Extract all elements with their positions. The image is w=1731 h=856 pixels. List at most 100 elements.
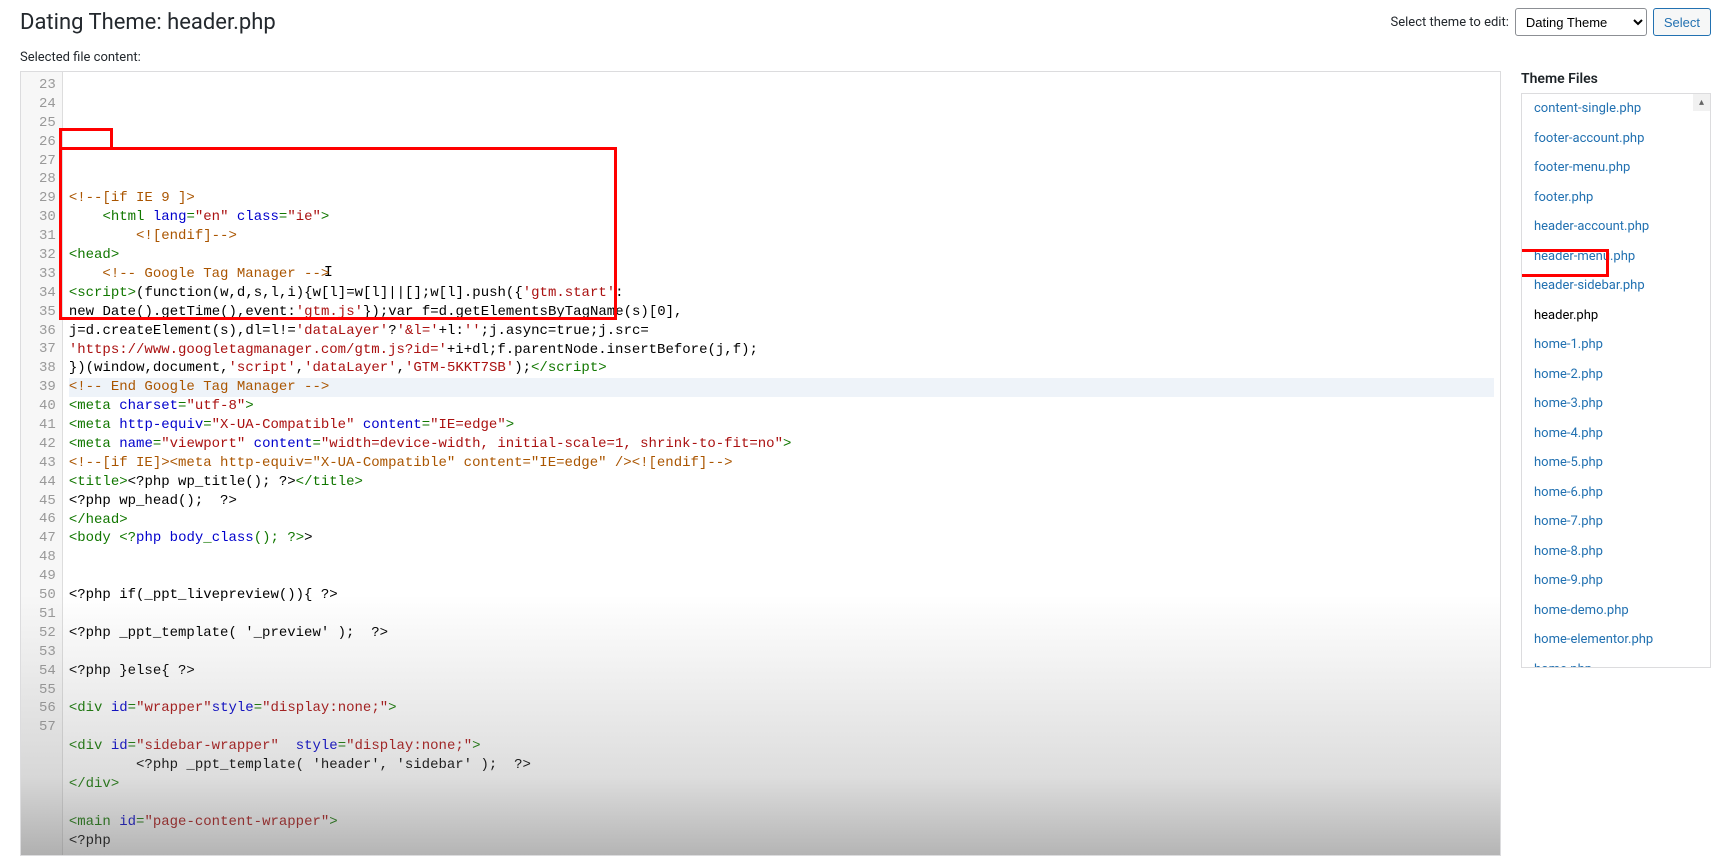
code-line[interactable]: <?php _ppt_template( 'header', 'sidebar'…: [69, 756, 1494, 775]
code-line[interactable]: [69, 548, 1494, 567]
code-line[interactable]: <!--[if IE]><meta http-equiv="X-UA-Compa…: [69, 454, 1494, 473]
code-line[interactable]: [69, 718, 1494, 737]
code-line[interactable]: [69, 567, 1494, 586]
line-number: 55: [39, 681, 56, 700]
file-item[interactable]: home.php: [1522, 655, 1710, 669]
file-item[interactable]: home-8.php: [1522, 537, 1710, 567]
line-number: 29: [39, 189, 56, 208]
line-number: 53: [39, 643, 56, 662]
code-line[interactable]: </head>: [69, 511, 1494, 530]
code-line[interactable]: <div id="wrapper"style="display:none;">: [69, 699, 1494, 718]
file-item[interactable]: home-4.php: [1522, 419, 1710, 449]
file-item[interactable]: home-2.php: [1522, 360, 1710, 390]
code-line[interactable]: <?php if(_ppt_livepreview()){ ?>: [69, 586, 1494, 605]
line-number: 35: [39, 303, 56, 322]
code-line[interactable]: })(window,document,'script','dataLayer',…: [69, 359, 1494, 378]
file-item[interactable]: header-account.php: [1522, 212, 1710, 242]
file-list-wrapper: ▴ content-single.phpfooter-account.phpfo…: [1521, 93, 1711, 668]
code-line[interactable]: 'https://www.googletagmanager.com/gtm.js…: [69, 341, 1494, 360]
selected-file-label: Selected file content:: [20, 50, 1711, 65]
code-line[interactable]: <body <?php body_class(); ?>>: [69, 529, 1494, 548]
file-item[interactable]: home-9.php: [1522, 566, 1710, 596]
line-number: 34: [39, 284, 56, 303]
line-number: 42: [39, 435, 56, 454]
code-line[interactable]: <main id="page-content-wrapper">: [69, 813, 1494, 832]
code-line[interactable]: [69, 643, 1494, 662]
line-number: 30: [39, 208, 56, 227]
line-number: 36: [39, 322, 56, 341]
file-item[interactable]: home-demo.php: [1522, 596, 1710, 626]
code-line[interactable]: <?php wp_head(); ?>: [69, 492, 1494, 511]
line-number: 41: [39, 416, 56, 435]
line-number: 38: [39, 359, 56, 378]
line-number: 39: [39, 378, 56, 397]
line-number: 25: [39, 114, 56, 133]
line-number: 33: [39, 265, 56, 284]
code-line[interactable]: <div id="sidebar-wrapper" style="display…: [69, 737, 1494, 756]
theme-files-panel: Theme Files ▴ content-single.phpfooter-a…: [1521, 71, 1711, 856]
code-line[interactable]: <script>(function(w,d,s,l,i){w[l]=w[l]||…: [69, 284, 1494, 303]
line-number: 54: [39, 662, 56, 681]
line-number: 56: [39, 699, 56, 718]
line-number: 32: [39, 246, 56, 265]
file-item[interactable]: home-3.php: [1522, 389, 1710, 419]
code-editor[interactable]: 2324252627282930313233343536373839404142…: [21, 72, 1500, 855]
file-item[interactable]: home-7.php: [1522, 507, 1710, 537]
select-button[interactable]: Select: [1653, 8, 1711, 36]
file-item[interactable]: home-elementor.php: [1522, 625, 1710, 655]
scroll-up-icon[interactable]: ▴: [1693, 94, 1710, 111]
line-number: 43: [39, 454, 56, 473]
file-item[interactable]: footer-menu.php: [1522, 153, 1710, 183]
file-item[interactable]: header-menu.php: [1522, 242, 1710, 272]
line-number: 49: [39, 567, 56, 586]
page-title: Dating Theme: header.php: [20, 10, 276, 35]
line-number: 23: [39, 76, 56, 95]
code-line[interactable]: <![endif]-->: [69, 227, 1494, 246]
code-lines[interactable]: I <!--[if IE 9 ]> <html lang="en" class=…: [63, 72, 1500, 855]
file-item[interactable]: footer.php: [1522, 183, 1710, 213]
code-line[interactable]: <head>: [69, 246, 1494, 265]
theme-files-title: Theme Files: [1521, 71, 1711, 87]
line-number: 40: [39, 397, 56, 416]
file-item[interactable]: header-sidebar.php: [1522, 271, 1710, 301]
code-line[interactable]: <html lang="en" class="ie">: [69, 208, 1494, 227]
theme-select[interactable]: Dating Theme: [1515, 8, 1647, 36]
file-item[interactable]: header.php: [1522, 301, 1710, 331]
code-line[interactable]: [69, 605, 1494, 624]
code-editor-panel: 2324252627282930313233343536373839404142…: [20, 71, 1501, 856]
code-line[interactable]: <meta http-equiv="X-UA-Compatible" conte…: [69, 416, 1494, 435]
file-item[interactable]: home-1.php: [1522, 330, 1710, 360]
line-number: 48: [39, 548, 56, 567]
theme-select-group: Select theme to edit: Dating Theme Selec…: [1391, 8, 1711, 36]
line-number: 28: [39, 170, 56, 189]
line-number: 47: [39, 529, 56, 548]
code-line[interactable]: [69, 794, 1494, 813]
line-number: 51: [39, 605, 56, 624]
file-item[interactable]: content-single.php: [1522, 94, 1710, 124]
line-number: 52: [39, 624, 56, 643]
line-number: 26: [39, 133, 56, 152]
line-number: 45: [39, 492, 56, 511]
line-number: 31: [39, 227, 56, 246]
code-line[interactable]: <?php: [69, 832, 1494, 851]
line-number: 37: [39, 340, 56, 359]
code-line[interactable]: </div>: [69, 775, 1494, 794]
code-line[interactable]: <!-- Google Tag Manager -->: [69, 265, 1494, 284]
code-line[interactable]: <meta charset="utf-8">: [69, 397, 1494, 416]
code-line[interactable]: [69, 681, 1494, 700]
code-line[interactable]: <title><?php wp_title(); ?></title>: [69, 473, 1494, 492]
line-number: 27: [39, 152, 56, 171]
theme-select-label: Select theme to edit:: [1391, 15, 1509, 30]
gutter: 2324252627282930313233343536373839404142…: [21, 72, 63, 855]
code-line[interactable]: new Date().getTime(),event:'gtm.js'});va…: [69, 303, 1494, 322]
code-line[interactable]: <!-- End Google Tag Manager -->: [69, 378, 1494, 397]
code-line[interactable]: <meta name="viewport" content="width=dev…: [69, 435, 1494, 454]
file-item[interactable]: home-5.php: [1522, 448, 1710, 478]
code-line[interactable]: <?php }else{ ?>: [69, 662, 1494, 681]
file-list: content-single.phpfooter-account.phpfoot…: [1522, 94, 1710, 668]
code-line[interactable]: <?php _ppt_template( '_preview' ); ?>: [69, 624, 1494, 643]
code-line[interactable]: j=d.createElement(s),dl=l!='dataLayer'?'…: [69, 322, 1494, 341]
code-line[interactable]: <!--[if IE 9 ]>: [69, 189, 1494, 208]
file-item[interactable]: home-6.php: [1522, 478, 1710, 508]
file-item[interactable]: footer-account.php: [1522, 124, 1710, 154]
